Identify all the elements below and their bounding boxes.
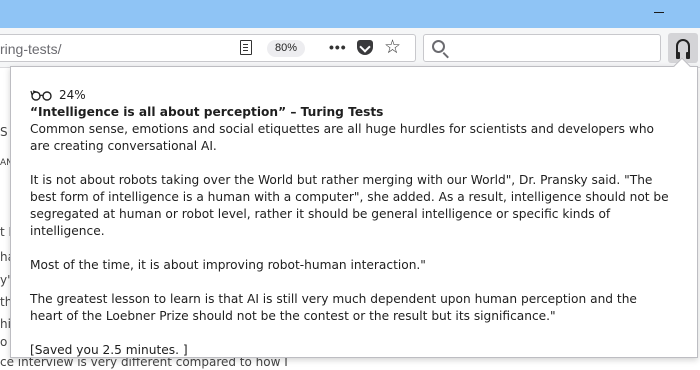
glasses-icon bbox=[30, 90, 52, 101]
summary-paragraph: The greatest lesson to learn is that AI … bbox=[30, 292, 637, 323]
window-title-bar bbox=[0, 0, 700, 28]
summary-paragraph: Most of the time, it is about improving … bbox=[30, 258, 426, 272]
zoom-level-badge[interactable]: 80% bbox=[267, 40, 305, 57]
pocket-icon[interactable] bbox=[357, 40, 373, 55]
summary-header: 24% bbox=[30, 87, 670, 103]
headphones-icon bbox=[676, 39, 690, 59]
reader-view-icon[interactable] bbox=[240, 40, 252, 55]
summary-paragraph: It is not about robots taking over the W… bbox=[30, 173, 669, 238]
reading-percent: 24% bbox=[59, 87, 86, 102]
search-icon bbox=[432, 40, 445, 53]
summary-paragraph: Common sense, emotions and social etique… bbox=[30, 122, 655, 153]
browser-toolbar: ring-tests/ 80% ••• ☆ bbox=[0, 28, 700, 68]
summary-content: 24% “Intelligence is all about perceptio… bbox=[30, 87, 670, 359]
summary-title: “Intelligence is all about perception” –… bbox=[30, 105, 384, 119]
bookmark-star-icon[interactable]: ☆ bbox=[384, 36, 401, 59]
page-actions-more-icon[interactable]: ••• bbox=[329, 39, 347, 55]
address-bar[interactable]: ring-tests/ 80% ••• ☆ bbox=[0, 34, 416, 62]
minimize-icon[interactable] bbox=[654, 12, 664, 13]
reader-summary-popup: 24% “Intelligence is all about perceptio… bbox=[10, 66, 698, 358]
time-saved-text: [Saved you 2.5 minutes. ] bbox=[30, 343, 188, 357]
url-text: ring-tests/ bbox=[0, 41, 62, 57]
background-text-fragment: S bbox=[0, 125, 8, 139]
background-text-fragment: o bbox=[0, 335, 8, 349]
search-bar[interactable] bbox=[423, 34, 661, 62]
